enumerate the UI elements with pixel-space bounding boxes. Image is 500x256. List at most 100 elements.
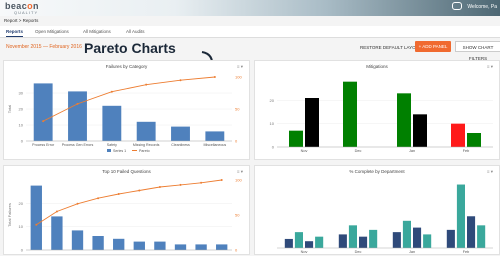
bar	[477, 225, 486, 248]
y-tick-label: 0	[21, 139, 24, 144]
legend-label: Series 1	[113, 149, 126, 153]
pareto-point	[213, 76, 216, 78]
y-tick-label: 20	[19, 107, 24, 112]
tab-reports[interactable]: Reports	[6, 29, 24, 37]
x-tick-label: Nov	[301, 149, 308, 153]
x-tick-label: Feb	[463, 250, 470, 254]
pareto-point	[35, 223, 38, 226]
failures-chart: 0 10 20 30 0 50 100 Total Process Error Process G…	[7, 75, 242, 154]
y2-tick-label: 50	[235, 213, 240, 218]
chat-icon[interactable]	[452, 2, 462, 10]
show-chart-filters-button[interactable]: SHOW CHART FILTERS	[455, 41, 500, 61]
pareto-point	[110, 90, 113, 93]
pareto-point	[55, 210, 58, 213]
y-tick-label: 20	[270, 98, 275, 103]
x-tick-label: Missing Records	[133, 143, 160, 147]
bar	[446, 229, 455, 248]
y2-tick-label: 100	[235, 75, 242, 80]
pareto-point	[158, 186, 161, 188]
x-tick-label: Cleanliness	[171, 143, 190, 147]
bar	[174, 244, 187, 250]
bar	[369, 229, 378, 248]
bar	[467, 216, 476, 248]
date-range[interactable]: November 2015 — February 2016	[6, 44, 82, 50]
bar	[51, 216, 63, 250]
bar	[294, 232, 303, 248]
tab-open-mitigations[interactable]: Open Mitigations	[35, 29, 69, 34]
x-tick-label: Process Gen Errors	[62, 143, 94, 147]
bar	[195, 244, 207, 250]
bar	[154, 241, 166, 250]
x-tick-label: Feb	[463, 149, 470, 153]
y-tick-label: 0	[21, 248, 24, 253]
pareto-line	[36, 179, 222, 226]
logo-subtitle: QUALITY	[14, 10, 39, 15]
bar	[423, 234, 432, 248]
x-tick-label: Nov	[301, 250, 308, 254]
department-chart: Nov Dec Jan Feb	[277, 184, 493, 254]
restore-layout-button[interactable]: RESTORE DEFAULT LAYOUT	[360, 45, 422, 50]
bar	[397, 93, 411, 147]
bar	[413, 227, 422, 248]
y-axis-label: Total Failures	[7, 203, 12, 227]
bar	[71, 230, 84, 250]
tab-all-mitigations[interactable]: All Mitigations	[83, 29, 111, 34]
tab-all-audits[interactable]: All Audits	[126, 29, 145, 34]
failed-questions-chart: 0 10 20 0 50 100 Total Failures	[7, 178, 242, 253]
x-tick-label: Dec	[355, 250, 362, 254]
welcome-text[interactable]: Welcome, Pa	[467, 4, 497, 10]
y2-tick-label: 0	[235, 248, 238, 253]
y-tick-label: 30	[19, 91, 24, 96]
bar	[133, 241, 145, 250]
bar	[205, 131, 225, 141]
y2-tick-label: 50	[235, 107, 240, 112]
bar	[315, 236, 324, 248]
bar	[456, 184, 465, 248]
pareto-point	[220, 179, 223, 181]
x-tick-label: Safety	[107, 143, 117, 147]
panel-top-failed-questions: Top 10 Failed Questions ≡ ▾ 0 10 20 0 50 100 T…	[3, 165, 250, 255]
bar	[348, 225, 357, 248]
bar	[338, 234, 347, 248]
bar	[413, 114, 427, 147]
bar	[289, 130, 303, 147]
add-panel-button[interactable]: + ADD PANEL	[415, 41, 451, 52]
bar	[392, 232, 401, 248]
bar	[171, 126, 190, 141]
x-tick-label: Jan	[409, 149, 415, 153]
bar	[216, 244, 228, 250]
x-tick-label: Miscellaneous	[203, 143, 226, 147]
pareto-point	[42, 120, 45, 123]
legend-swatch	[107, 149, 111, 152]
pareto-point	[145, 83, 148, 86]
tab-bar: Reports Open Mitigations All Mitigations…	[0, 26, 500, 38]
bar	[92, 236, 104, 250]
pareto-point	[76, 202, 79, 205]
y-tick-label: 0	[272, 145, 275, 150]
y-tick-label: 10	[270, 121, 275, 126]
bar	[343, 81, 357, 147]
y-tick-label: 10	[19, 123, 24, 128]
bar	[33, 83, 53, 141]
y-tick-label: 20	[19, 201, 24, 206]
pareto-point	[200, 181, 203, 184]
y-tick-label: 10	[19, 224, 24, 229]
y2-tick-label: 100	[235, 178, 242, 183]
bar	[467, 133, 481, 147]
y-axis-label: Total	[7, 105, 12, 114]
top-header: beacon QUALITY Welcome, Pa	[0, 0, 500, 16]
x-tick-label: Process Error	[32, 143, 55, 147]
y2-tick-label: 0	[235, 139, 238, 144]
bar	[402, 220, 411, 248]
pareto-point	[76, 102, 79, 105]
legend-label: Pareto	[139, 149, 150, 153]
breadcrumb[interactable]: Report > Reports	[4, 18, 38, 23]
bar	[305, 241, 314, 248]
bar	[305, 98, 319, 147]
mitigations-chart: 0 10 20 Nov Dec Jan Feb	[270, 81, 493, 153]
pareto-point	[179, 79, 182, 82]
overlay-title: Pareto Charts	[84, 40, 176, 56]
bar	[113, 238, 125, 250]
panel-complete-by-department: % Complete by Department ≡ ▾ Nov Dec Jan Fe…	[254, 165, 500, 255]
bar	[102, 105, 122, 141]
